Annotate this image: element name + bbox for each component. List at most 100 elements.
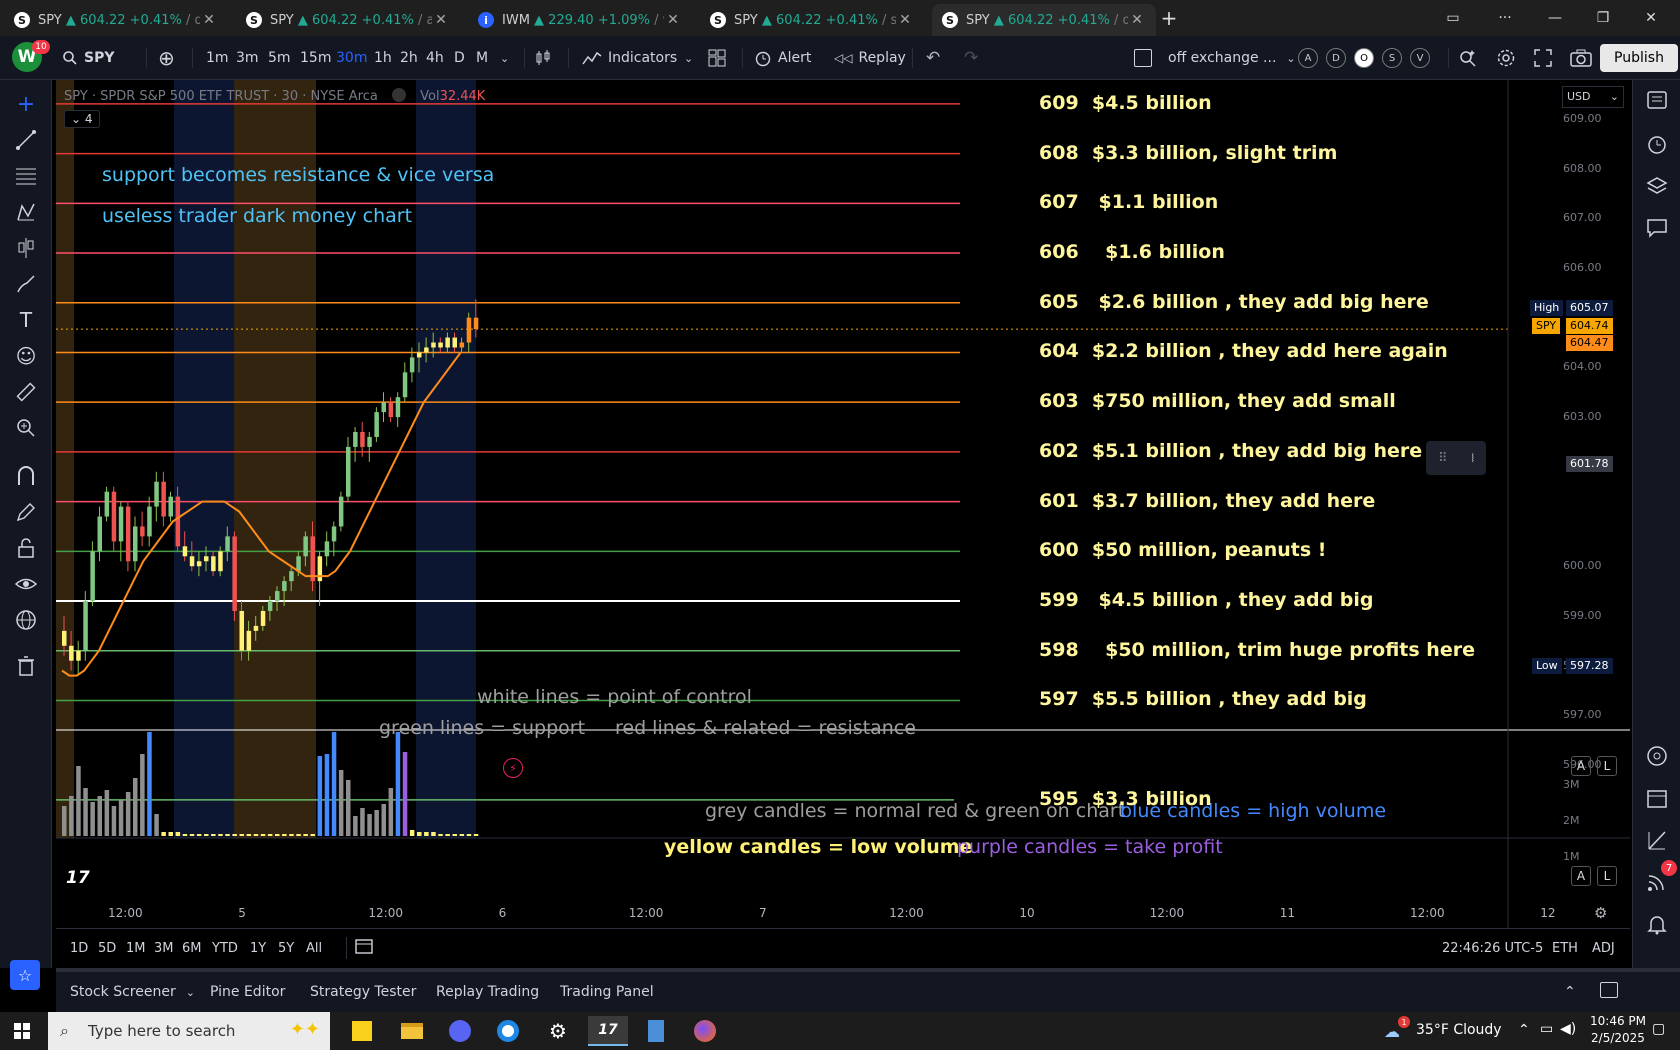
ideas-icon[interactable]: [1643, 826, 1671, 854]
close-icon[interactable]: ✕: [200, 12, 218, 28]
range-ytd-button[interactable]: YTD: [212, 941, 238, 956]
interval-3m-button[interactable]: 3m: [236, 44, 259, 72]
quick-search-button[interactable]: [1458, 44, 1478, 72]
indicators-collapse-toggle[interactable]: ⌄ 4: [64, 110, 100, 128]
candles-icon[interactable]: ⧘: [1471, 451, 1474, 466]
session-badge-o[interactable]: O: [1354, 48, 1374, 68]
range-1y-button[interactable]: 1Y: [250, 941, 266, 956]
adj-toggle[interactable]: ADJ: [1592, 941, 1615, 956]
close-icon[interactable]: ✕: [432, 12, 450, 28]
file-explorer-icon[interactable]: [392, 1016, 432, 1046]
taskbar-search-box[interactable]: ⌕ Type here to search ✦✦: [48, 1012, 330, 1050]
prediction-icon[interactable]: [12, 234, 40, 262]
zoom-in-icon[interactable]: [12, 414, 40, 442]
trash-icon[interactable]: [12, 652, 40, 680]
snapshot-button[interactable]: [1570, 44, 1592, 72]
sticky-notes-icon[interactable]: [342, 1016, 382, 1046]
interval-dropdown-chevron-icon[interactable]: ⌄: [500, 44, 509, 72]
volume-icon[interactable]: ◀): [1560, 1021, 1576, 1037]
range-5d-button[interactable]: 5D: [98, 941, 116, 956]
interval-30m-button[interactable]: 30m: [336, 44, 367, 72]
text-tool-icon[interactable]: T: [12, 306, 40, 334]
restore-icon[interactable]: ❐: [1580, 0, 1626, 36]
range-3m-button[interactable]: 3M: [154, 941, 174, 956]
app-icon[interactable]: [488, 1016, 528, 1046]
more-options-icon[interactable]: ···: [1482, 0, 1528, 36]
browser-tab[interactable]: i IWM ▲ 229.40 +1.09% / v✕: [468, 4, 692, 36]
tradingview-taskbar-icon[interactable]: 17: [588, 1016, 628, 1046]
alert-clock-icon[interactable]: [1643, 130, 1671, 158]
weather-icon[interactable]: ☁: [1384, 1022, 1400, 1041]
lock-icon[interactable]: [12, 534, 40, 562]
interval-1m-button[interactable]: 1m: [206, 44, 229, 72]
crosshair-icon[interactable]: +: [12, 90, 40, 118]
globe-icon[interactable]: [12, 606, 40, 634]
layout-grid-button[interactable]: [708, 44, 726, 72]
tray-chevron-icon[interactable]: ⌃: [1518, 1022, 1530, 1038]
calendar-icon[interactable]: [346, 937, 373, 959]
browser-tab[interactable]: S SPY ▲ 604.22 +0.41% / st✕: [700, 4, 924, 36]
new-tab-button[interactable]: +: [1146, 0, 1192, 36]
volume-auto-scale-button[interactable]: A: [1571, 866, 1591, 886]
layers-icon[interactable]: [1643, 172, 1671, 200]
candle-style-button[interactable]: [534, 44, 552, 72]
notifications-bell-icon[interactable]: [1643, 910, 1671, 938]
time-axis-settings-gear-icon[interactable]: ⚙: [1594, 904, 1607, 922]
stay-in-drawing-mode-icon[interactable]: [12, 498, 40, 526]
tab-stock-screener[interactable]: Stock Screener ⌄: [70, 984, 195, 1000]
action-center-icon[interactable]: ▢: [1652, 1021, 1665, 1037]
settings-gear-icon[interactable]: ⚙: [538, 1016, 578, 1046]
interval-15m-button[interactable]: 15m: [300, 44, 331, 72]
floating-chart-widget[interactable]: ⠿ ⧘: [1426, 441, 1486, 475]
pattern-icon[interactable]: [12, 198, 40, 226]
favorites-star-icon[interactable]: ☆: [10, 960, 40, 990]
brush-icon[interactable]: [12, 270, 40, 298]
session-dropdown[interactable]: off exchange ... ⌄: [1168, 44, 1296, 72]
publish-button[interactable]: Publish: [1600, 44, 1678, 72]
interval-M-button[interactable]: M: [476, 44, 488, 72]
session-badge-v[interactable]: V: [1410, 48, 1430, 68]
range-6m-button[interactable]: 6M: [182, 941, 202, 956]
tab-layout-icon[interactable]: ▭: [1430, 0, 1476, 36]
currency-selector[interactable]: USD ⌄: [1562, 86, 1624, 108]
browser-tab[interactable]: S SPY ▲ 604.22 +0.41% / ar✕: [236, 4, 460, 36]
minimize-icon[interactable]: —: [1532, 0, 1578, 36]
undo-button[interactable]: ↶: [926, 44, 940, 72]
expand-panel-chevron-icon[interactable]: ⌃: [1564, 984, 1576, 1000]
window-close-icon[interactable]: ✕: [1628, 0, 1674, 36]
network-icon[interactable]: ▭: [1540, 1021, 1553, 1037]
maximize-panel-icon[interactable]: [1600, 982, 1618, 998]
interval-D-button[interactable]: D: [454, 44, 465, 72]
range-1d-button[interactable]: 1D: [70, 941, 88, 956]
trend-line-icon[interactable]: [12, 126, 40, 154]
interval-1h-button[interactable]: 1h: [374, 44, 392, 72]
interval-2h-button[interactable]: 2h: [400, 44, 418, 72]
tab-pine-editor[interactable]: Pine Editor: [210, 984, 285, 1000]
session-checkbox[interactable]: [1134, 49, 1152, 67]
clock-timezone[interactable]: 22:46:26 UTC-5: [1442, 941, 1543, 956]
compare-symbol-button[interactable]: ⊕: [158, 44, 175, 72]
close-icon[interactable]: ✕: [1128, 12, 1146, 28]
tab-strategy-tester[interactable]: Strategy Tester: [310, 984, 416, 1000]
interval-5m-button[interactable]: 5m: [268, 44, 291, 72]
browser-tab[interactable]: S SPY ▲ 604.22 +0.41% / of✕: [932, 4, 1156, 36]
ruler-icon[interactable]: [12, 378, 40, 406]
close-icon[interactable]: ✕: [896, 12, 914, 28]
range-all-button[interactable]: All: [306, 941, 322, 956]
magnet-icon[interactable]: [12, 462, 40, 490]
windows-start-icon[interactable]: [14, 1023, 30, 1039]
tab-replay-trading[interactable]: Replay Trading: [436, 984, 539, 1000]
session-badge-a[interactable]: A: [1298, 48, 1318, 68]
fib-retracement-icon[interactable]: [12, 162, 40, 190]
replay-button[interactable]: ◁◁ Replay: [834, 44, 906, 72]
log-scale-button[interactable]: L: [1597, 756, 1617, 776]
close-icon[interactable]: ✕: [664, 12, 682, 28]
firefox-icon[interactable]: [685, 1016, 725, 1046]
range-5y-button[interactable]: 5Y: [278, 941, 294, 956]
emoji-icon[interactable]: ☺: [12, 342, 40, 370]
eth-toggle[interactable]: ETH: [1552, 941, 1578, 956]
session-badge-s[interactable]: S: [1382, 48, 1402, 68]
fullscreen-button[interactable]: [1534, 44, 1552, 72]
eye-icon[interactable]: [12, 570, 40, 598]
tab-trading-panel[interactable]: Trading Panel: [560, 984, 654, 1000]
